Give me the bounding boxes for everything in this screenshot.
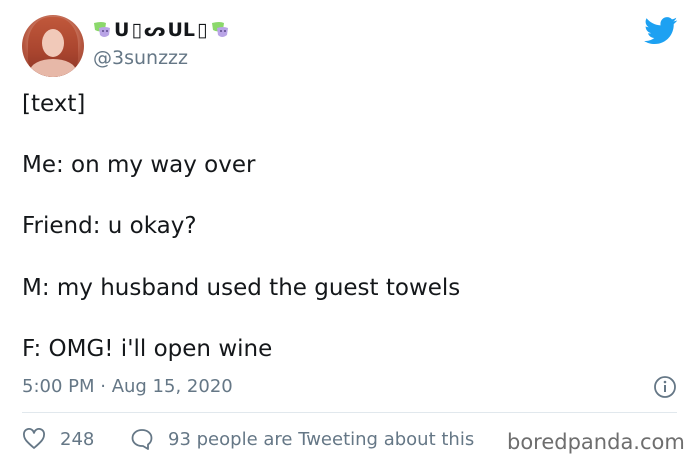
avatar-face (42, 29, 64, 57)
twitter-bird-icon[interactable] (644, 17, 678, 45)
info-icon[interactable] (653, 375, 677, 399)
tweet-text-line: M: my husband used the guest towels (22, 275, 461, 301)
tweet-timestamp[interactable]: 5:00 PM · Aug 15, 2020 (22, 376, 233, 397)
display-name-part: U (114, 19, 130, 41)
display-name-part: ▯ (131, 19, 142, 41)
tweet-text-line: Me: on my way over (22, 152, 256, 178)
avatar-body (30, 59, 76, 77)
theater-mask-icon (211, 22, 228, 37)
like-count[interactable]: 248 (60, 429, 94, 450)
display-name-part: UL (167, 19, 196, 41)
heart-icon[interactable] (22, 428, 46, 450)
tweet-text-line: F: OMG! i'll open wine (22, 336, 273, 362)
theater-mask-icon (94, 22, 110, 37)
speech-bubble-icon[interactable] (130, 428, 154, 450)
avatar[interactable] (22, 15, 84, 77)
tweeting-about-link[interactable]: 93 people are Tweeting about this (168, 429, 474, 450)
tweet-text-line: Friend: u okay? (22, 213, 197, 239)
tweet-card: U ▯ ᔕ UL ▯ @3sunzzz [text] Me: on my way… (0, 0, 700, 467)
display-name-part: ▯ (197, 19, 208, 41)
display-name[interactable]: U ▯ ᔕ UL ▯ (92, 18, 230, 42)
divider (22, 412, 677, 413)
user-handle[interactable]: @3sunzzz (93, 47, 188, 69)
watermark: boredpanda.com (507, 430, 685, 454)
display-name-part: ᔕ (143, 19, 166, 41)
tweet-text-line: [text] (22, 91, 86, 117)
